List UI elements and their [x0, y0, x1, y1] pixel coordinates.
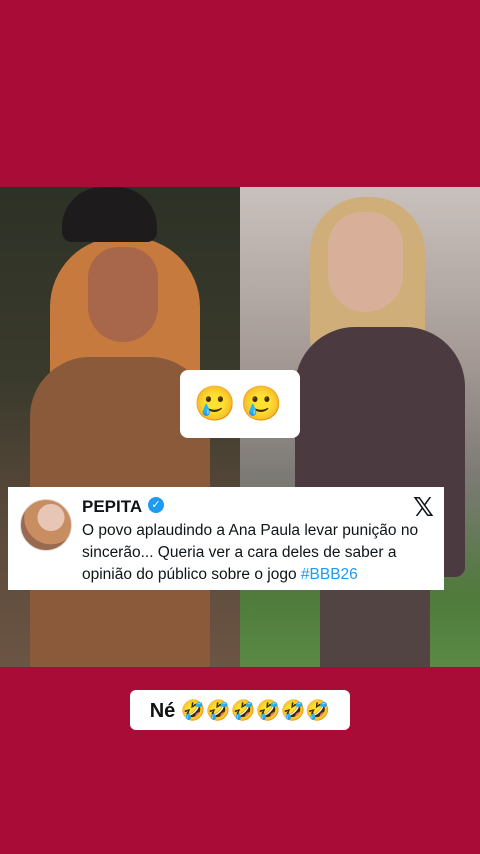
caption-sticker: Né 🤣🤣🤣🤣🤣🤣	[130, 690, 350, 730]
emoji-text: 🥲🥲	[193, 385, 287, 423]
tweet-text: O povo aplaudindo a Ana Paula levar puni…	[82, 520, 432, 586]
cap-shape	[62, 187, 157, 242]
caption-text: Né 🤣🤣🤣🤣🤣🤣	[149, 699, 331, 722]
hashtag-link[interactable]: #BBB26	[301, 566, 358, 583]
x-logo-icon: 𝕏	[413, 493, 434, 523]
emoji-sticker: 🥲🥲	[180, 370, 300, 438]
face-shape	[328, 212, 403, 312]
tweet-body: O povo aplaudindo a Ana Paula levar puni…	[82, 522, 419, 583]
tweet-author[interactable]: PEPITA	[82, 497, 142, 517]
verified-icon: ✓	[148, 497, 164, 513]
face-shape	[88, 247, 158, 342]
tweet-card[interactable]: PEPITA ✓ 𝕏 O povo aplaudindo a Ana Paula…	[8, 487, 444, 590]
avatar[interactable]	[20, 499, 72, 551]
